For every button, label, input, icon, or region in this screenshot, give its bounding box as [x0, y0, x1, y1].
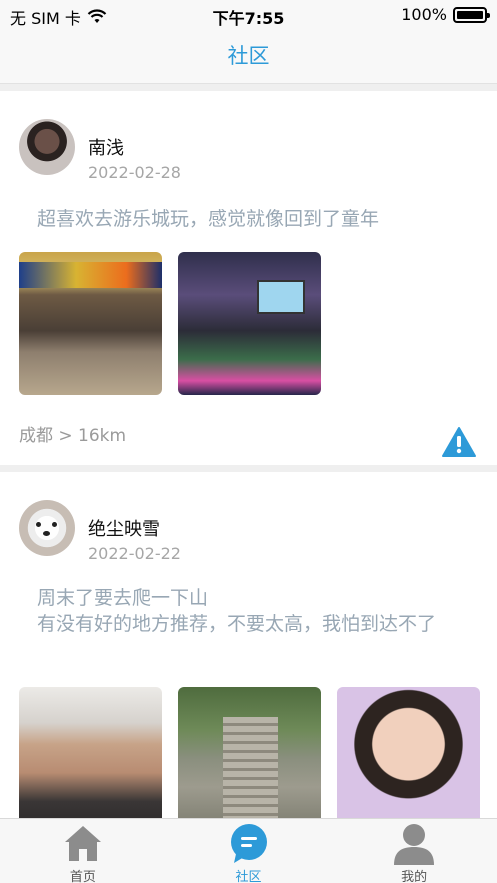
battery-percent: 100%: [401, 5, 447, 24]
divider: [0, 465, 497, 472]
user-icon: [394, 824, 435, 865]
battery-icon: [453, 6, 490, 23]
page-title: 社区: [227, 44, 270, 68]
post-card[interactable]: 绝尘映雪 2022-02-22 周末了要去爬一下山 有没有好的地方推荐，不要太高…: [0, 472, 497, 818]
post-location: 成都 > 16km: [19, 426, 127, 446]
post-username[interactable]: 绝尘映雪: [88, 515, 160, 541]
post-username[interactable]: 南浅: [88, 134, 124, 160]
tab-profile[interactable]: 我的: [331, 819, 497, 883]
tab-label: 我的: [401, 870, 428, 883]
status-right: 100%: [401, 5, 490, 24]
post-date: 2022-02-28: [88, 163, 181, 182]
divider: [0, 84, 497, 91]
post-image[interactable]: [19, 252, 162, 395]
tab-label: 首页: [69, 870, 96, 883]
post-content: 超喜欢去游乐城玩，感觉就像回到了童年: [37, 208, 380, 230]
status-bar: 无 SIM 卡 下午7:55 100%: [0, 0, 497, 30]
tab-label: 社区: [235, 870, 262, 883]
chat-icon: [230, 824, 267, 863]
post-image[interactable]: [19, 687, 162, 818]
tab-home[interactable]: 首页: [0, 819, 166, 883]
avatar[interactable]: [19, 119, 75, 175]
post-image[interactable]: [178, 687, 321, 818]
report-warning-icon[interactable]: [441, 426, 477, 458]
avatar[interactable]: [19, 500, 75, 556]
post-card[interactable]: 南浅 2022-02-28 超喜欢去游乐城玩，感觉就像回到了童年 成都 > 16…: [0, 91, 497, 465]
post-image[interactable]: [178, 252, 321, 395]
community-feed[interactable]: 南浅 2022-02-28 超喜欢去游乐城玩，感觉就像回到了童年 成都 > 16…: [0, 84, 497, 818]
tab-community[interactable]: 社区: [166, 819, 332, 883]
post-date: 2022-02-22: [88, 544, 181, 563]
post-image[interactable]: [337, 687, 480, 818]
tab-bar: 首页 社区 我的: [0, 818, 497, 883]
post-content: 周末了要去爬一下山 有没有好的地方推荐，不要太高，我怕到达不了: [37, 587, 437, 635]
home-icon: [64, 826, 101, 861]
nav-bar: 社区: [0, 30, 497, 84]
